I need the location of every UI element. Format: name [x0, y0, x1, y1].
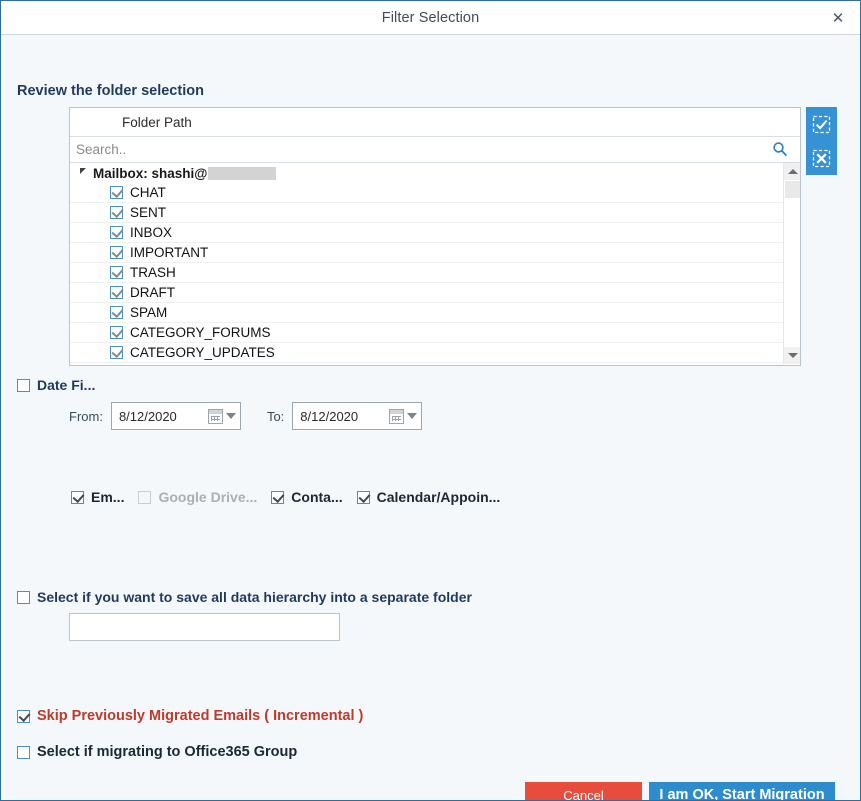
folder-label: IMPORTANT: [130, 245, 209, 260]
tree-row[interactable]: SENT: [70, 203, 783, 223]
folder-label: CATEGORY_UPDATES: [130, 345, 275, 360]
folder-label: DRAFT: [130, 285, 175, 300]
dialog-titlebar: Filter Selection ✕: [1, 1, 860, 35]
item-type-label: Google Drive...: [158, 489, 258, 505]
chevron-down-icon[interactable]: [407, 413, 418, 419]
calendar-icon[interactable]: [389, 408, 405, 424]
date-filter-label: Date Fi...: [37, 377, 96, 393]
page-title: Review the folder selection: [17, 83, 204, 99]
folder-tree-body: Mailbox: shashi@ CHAT SENT INBOX IMPORTANT T…: [70, 163, 800, 364]
date-to-label: To:: [266, 408, 285, 424]
start-migration-button[interactable]: I am OK, Start Migration: [649, 782, 835, 800]
tree-action-buttons: [806, 107, 837, 175]
filter-selection-dialog: Filter Selection ✕ Review the folder sel…: [0, 0, 861, 801]
date-from-field[interactable]: 8/12/2020: [110, 402, 241, 430]
dialog-body: Review the folder selection Folder Path: [1, 35, 860, 800]
item-type-option[interactable]: Calendar/Appoin...: [356, 489, 501, 505]
tree-row[interactable]: IMPORTANT: [70, 243, 783, 263]
folder-label: SENT: [130, 205, 167, 220]
close-icon[interactable]: ✕: [816, 1, 860, 34]
select-all-button[interactable]: [806, 107, 837, 141]
folder-checkbox[interactable]: [110, 226, 123, 239]
folder-checkbox[interactable]: [110, 326, 123, 339]
item-type-label: Em...: [91, 489, 125, 505]
chevron-down-icon[interactable]: [225, 413, 236, 419]
folder-label: CATEGORY_FORUMS: [130, 325, 271, 340]
date-from-value: 8/12/2020: [118, 408, 177, 424]
hierarchy-option-toggle[interactable]: Select if you want to save all data hier…: [17, 589, 472, 605]
folder-search-row: [70, 137, 800, 163]
folder-tree-panel: Folder Path Mailbox: shashi@: [69, 107, 801, 366]
date-to-field[interactable]: 8/12/2020: [292, 402, 423, 430]
scroll-up-arrow-icon[interactable]: [784, 163, 800, 180]
scrollbar-thumb[interactable]: [785, 181, 800, 198]
item-type-option[interactable]: Em...: [71, 489, 124, 505]
item-type-options: Em... Google Drive... Conta... Calendar/App…: [71, 489, 514, 505]
folder-label: CHAT: [130, 185, 166, 200]
item-type-checkbox[interactable]: [71, 490, 84, 504]
office365-group-label: Select if migrating to Office365 Group: [37, 744, 298, 760]
scroll-down-arrow-icon[interactable]: [784, 347, 800, 364]
skip-migrated-label: Skip Previously Migrated Emails ( Increm…: [37, 708, 364, 724]
folder-checkbox[interactable]: [110, 286, 123, 299]
tree-row[interactable]: INBOX: [70, 223, 783, 243]
cancel-button[interactable]: Cancel: [525, 782, 642, 800]
folder-tree-scrollbar[interactable]: [783, 163, 800, 364]
date-to-value: 8/12/2020: [300, 408, 359, 424]
calendar-icon[interactable]: [207, 408, 223, 424]
tree-row[interactable]: CATEGORY_UPDATES: [70, 343, 783, 363]
item-type-checkbox: [138, 490, 152, 504]
tree-row[interactable]: CHAT: [70, 183, 783, 203]
tree-row[interactable]: CATEGORY_FORUMS: [70, 323, 783, 343]
item-type-label: Conta...: [291, 489, 343, 505]
tree-row[interactable]: TRASH: [70, 263, 783, 283]
folder-path-column-header: Folder Path: [70, 108, 800, 137]
item-type-label: Calendar/Appoin...: [376, 489, 501, 505]
hierarchy-folder-input[interactable]: [69, 613, 340, 641]
tree-root-mailbox[interactable]: Mailbox: shashi@: [70, 163, 783, 183]
redacted-email-block: [208, 166, 277, 180]
skip-migrated-checkbox[interactable]: [17, 709, 30, 723]
office365-group-checkbox[interactable]: [17, 745, 30, 759]
folder-checkbox[interactable]: [110, 346, 123, 359]
date-filter-checkbox[interactable]: [17, 378, 30, 392]
skip-migrated-toggle[interactable]: Skip Previously Migrated Emails ( Increm…: [17, 708, 363, 724]
dialog-title: Filter Selection: [381, 9, 480, 26]
expand-collapse-triangle-icon[interactable]: [80, 168, 86, 174]
folder-checkbox[interactable]: [110, 206, 123, 219]
date-filter-toggle[interactable]: Date Fi...: [17, 377, 95, 393]
folder-checkbox[interactable]: [110, 246, 123, 259]
hierarchy-checkbox[interactable]: [17, 590, 30, 604]
hierarchy-label: Select if you want to save all data hier…: [37, 589, 472, 605]
item-type-checkbox[interactable]: [271, 490, 285, 504]
search-icon[interactable]: [772, 141, 788, 157]
search-input[interactable]: [70, 137, 760, 162]
item-type-option: Google Drive...: [138, 489, 257, 505]
tree-row[interactable]: CATEGORY_PERSONAL: [70, 363, 783, 364]
folder-checkbox[interactable]: [110, 306, 123, 319]
item-type-option[interactable]: Conta...: [271, 489, 343, 505]
mailbox-label: Mailbox: shashi@: [93, 165, 208, 181]
folder-label: TRASH: [130, 265, 176, 280]
folder-label: INBOX: [130, 225, 173, 240]
date-range-inputs: From: 8/12/2020 To: 8/12/2020: [69, 402, 423, 430]
folder-checkbox[interactable]: [110, 266, 123, 279]
tree-row[interactable]: SPAM: [70, 303, 783, 323]
deselect-all-button[interactable]: [806, 141, 837, 175]
folder-label: SPAM: [130, 305, 168, 320]
folder-checkbox[interactable]: [110, 186, 123, 199]
office365-group-toggle[interactable]: Select if migrating to Office365 Group: [17, 744, 297, 760]
tree-row[interactable]: DRAFT: [70, 283, 783, 303]
date-from-label: From:: [69, 408, 103, 424]
item-type-checkbox[interactable]: [356, 490, 370, 504]
folder-tree-rows: Mailbox: shashi@ CHAT SENT INBOX IMPORTANT T…: [70, 163, 783, 364]
